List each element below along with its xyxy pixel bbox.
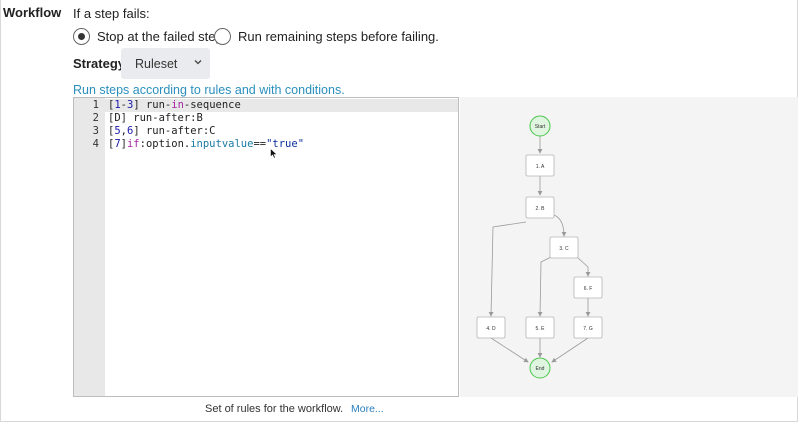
node-g-label: 7. G xyxy=(583,326,593,332)
code-line[interactable]: 4 [7]if:option.inputvalue=="true" xyxy=(74,138,458,151)
node-f: 6. F xyxy=(573,276,603,299)
node-c: 3. C xyxy=(549,236,579,259)
node-f-label: 6. F xyxy=(584,286,593,292)
code-line[interactable]: 2 [D] run-after:B xyxy=(74,112,458,125)
line-number: 2 xyxy=(92,112,99,124)
line-number: 3 xyxy=(92,125,99,137)
start-node: Start xyxy=(529,115,551,137)
line-number: 1 xyxy=(92,99,99,111)
node-a: 1. A xyxy=(525,154,555,177)
radio-run-remaining[interactable]: Run remaining steps before failing. xyxy=(214,28,439,45)
node-c-label: 3. C xyxy=(559,246,569,252)
strategy-select[interactable]: Ruleset xyxy=(121,48,210,79)
node-e-label: 5. E xyxy=(536,326,546,332)
workflow-diagram: Start 1. A 2. B 3. C 6. F 4. D 5. E 7. G… xyxy=(460,97,798,397)
end-node: End xyxy=(529,357,551,379)
mouse-pointer-icon xyxy=(270,148,278,159)
code-text: [5,6] run-after:C xyxy=(108,125,216,137)
radio-stop-at-failed[interactable]: Stop at the failed step. xyxy=(73,28,226,45)
line-number: 4 xyxy=(92,138,99,150)
workflow-graph: Start 1. A 2. B 3. C 6. F 4. D 5. E 7. G… xyxy=(476,115,603,379)
section-label: Workflow xyxy=(3,5,62,20)
more-link[interactable]: More... xyxy=(351,403,384,415)
code-text: [D] run-after:B xyxy=(108,112,203,124)
radio-stop-label: Stop at the failed step. xyxy=(97,29,227,44)
radio-unselected-icon[interactable] xyxy=(214,28,231,45)
failure-title: If a step fails: xyxy=(73,6,150,21)
node-g: 7. G xyxy=(573,316,603,339)
radio-selected-icon[interactable] xyxy=(73,28,90,45)
node-d: 4. D xyxy=(476,316,506,339)
code-text: [1-3] run-in-sequence xyxy=(108,99,241,111)
node-b-label: 2. B xyxy=(536,206,546,212)
node-d-label: 4. D xyxy=(486,326,496,332)
radio-run-remaining-label: Run remaining steps before failing. xyxy=(238,29,439,44)
code-line[interactable]: 3 [5,6] run-after:C xyxy=(74,125,458,138)
strategy-value: Ruleset xyxy=(135,56,178,71)
chevron-down-icon xyxy=(194,60,202,65)
start-label: Start xyxy=(535,124,546,130)
ruleset-code-editor[interactable]: 1 [1-3] run-in-sequence 2 [D] run-after:… xyxy=(73,97,459,397)
node-b: 2. B xyxy=(525,196,555,219)
code-line[interactable]: 1 [1-3] run-in-sequence xyxy=(74,99,458,112)
end-label: End xyxy=(536,366,545,372)
node-a-label: 1. A xyxy=(536,164,545,170)
footer-description: Set of rules for the workflow. xyxy=(205,403,344,415)
strategy-hint: Run steps according to rules and with co… xyxy=(73,83,345,97)
node-e: 5. E xyxy=(525,316,555,339)
